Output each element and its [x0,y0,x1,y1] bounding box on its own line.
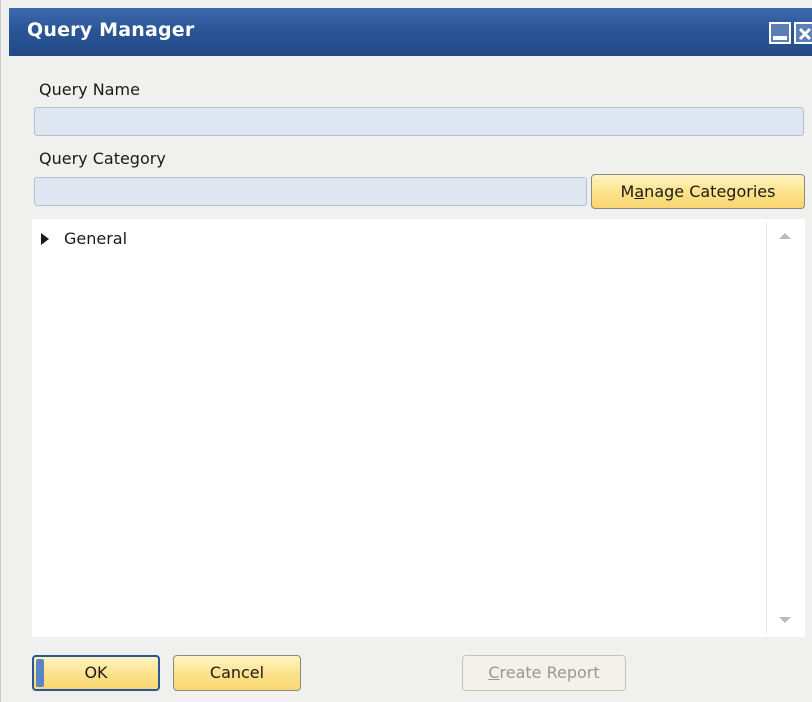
window-title: Query Manager [27,19,195,41]
query-name-label: Query Name [39,80,140,99]
ok-button[interactable]: OK [32,655,160,691]
arrow-up-icon[interactable] [779,233,791,239]
tree-item-general[interactable]: General [40,229,127,248]
minimize-icon [773,36,787,40]
vertical-scrollbar[interactable] [766,223,802,633]
cancel-button[interactable]: Cancel [173,655,301,691]
minimize-button[interactable] [769,22,791,44]
query-tree-list[interactable]: General [32,219,805,637]
query-name-input[interactable] [34,107,804,136]
arrow-down-icon[interactable] [779,617,791,623]
triangle-right-icon[interactable] [40,232,50,246]
query-category-input[interactable] [34,177,587,206]
create-report-label-post: reate Report [499,663,600,682]
tree-item-label: General [64,229,128,248]
query-category-label: Query Category [39,149,166,168]
close-button[interactable] [794,22,812,44]
manage-categories-label-mnemonic: a [634,182,645,201]
close-icon [798,27,812,41]
manage-categories-label-pre: M [620,182,635,201]
manage-categories-button[interactable]: Manage Categories [591,174,805,209]
manage-categories-label-post: nage Categories [644,182,776,201]
create-report-label-mnemonic: C [488,663,500,682]
query-manager-window: Query Manager Query Name Query Category … [0,0,812,702]
title-bar[interactable]: Query Manager [9,8,812,56]
create-report-button[interactable]: Create Report [462,655,626,691]
